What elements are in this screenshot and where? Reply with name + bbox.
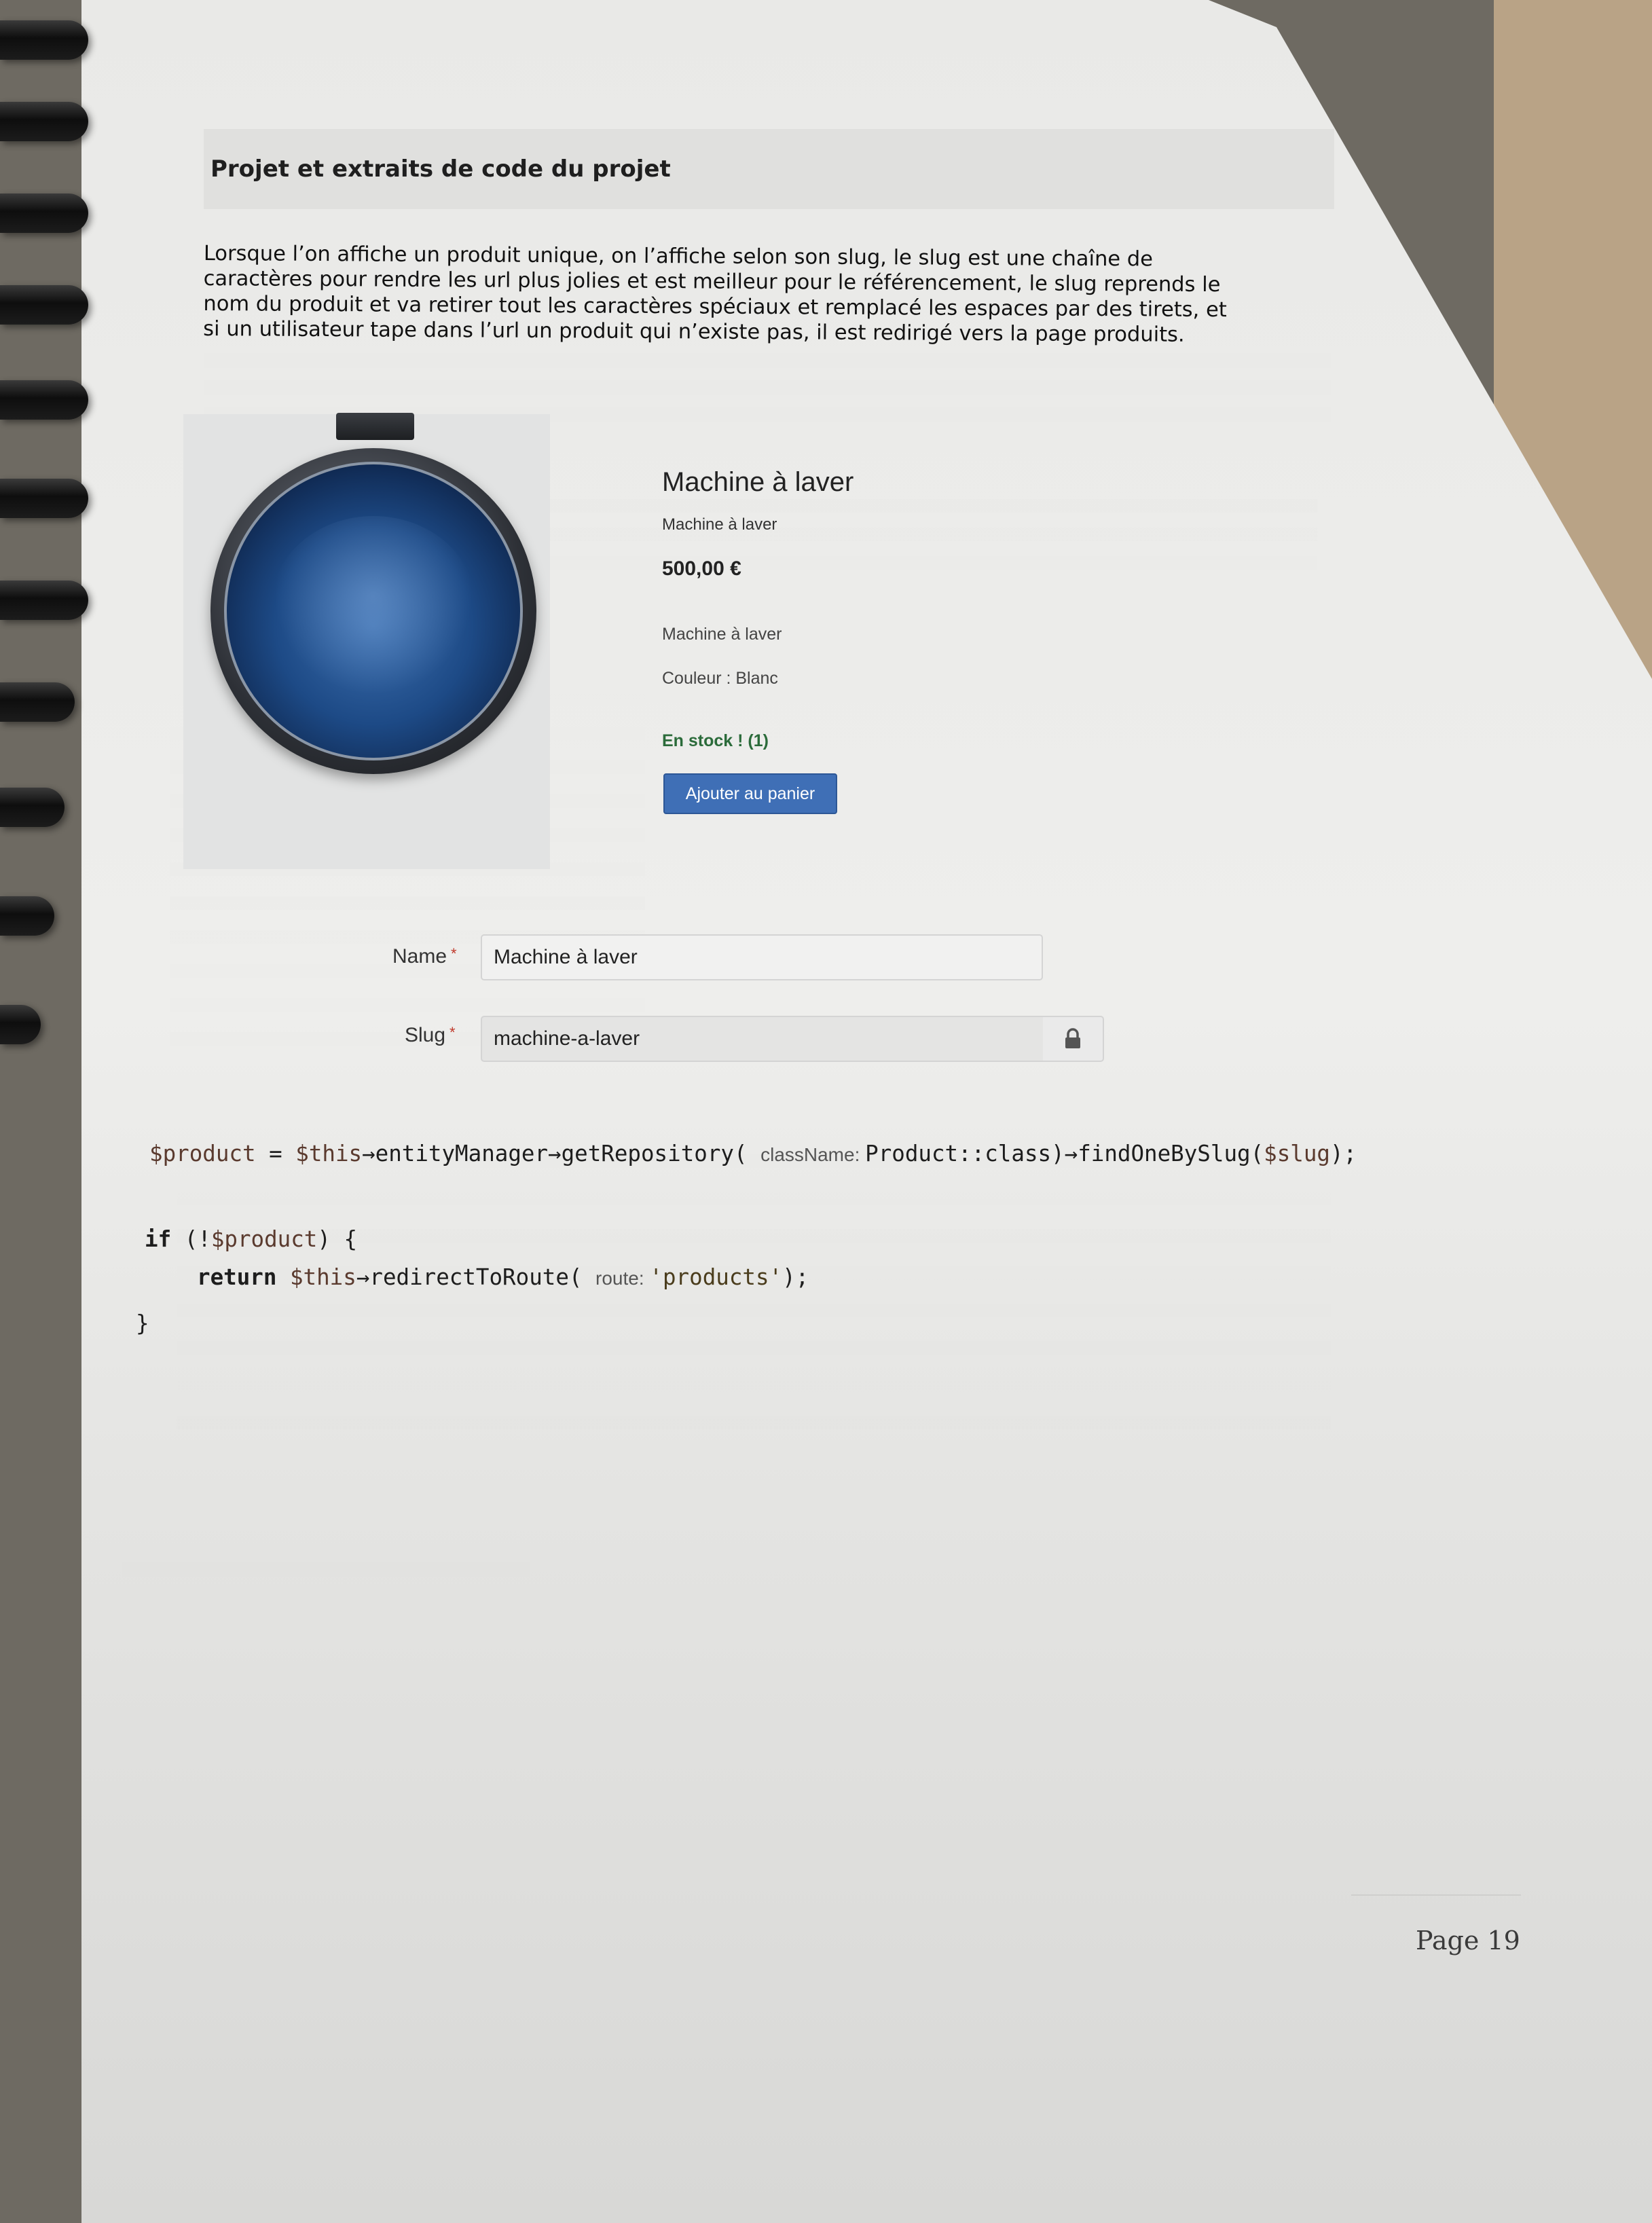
- bleed-through-texture: [122, 1562, 530, 1577]
- code-line: return $this→redirectToRoute( route: 'pr…: [197, 1264, 809, 1290]
- code-keyword: if: [145, 1226, 172, 1252]
- code-token: $product: [149, 1141, 256, 1166]
- slug-lock-toggle[interactable]: [1043, 1016, 1104, 1062]
- binding-ring: [0, 581, 88, 620]
- code-token: $slug: [1264, 1141, 1330, 1166]
- binding-ring: [0, 1005, 41, 1044]
- name-input-value: Machine à laver: [494, 946, 638, 968]
- footer-divider: [1351, 1894, 1521, 1896]
- code-token: (!: [171, 1226, 211, 1252]
- intro-paragraph: Lorsque l’on affiche un produit unique, …: [203, 241, 1331, 348]
- binding-ring: [0, 20, 88, 60]
- lock-icon: [1065, 1028, 1080, 1048]
- code-line: }: [136, 1310, 149, 1336]
- washer-control-panel: [336, 413, 414, 440]
- code-string: 'products': [649, 1264, 783, 1290]
- code-line: $product = $this→entityManager→getReposi…: [149, 1141, 1357, 1166]
- binding-ring: [0, 285, 88, 325]
- bleed-through-texture: [177, 1154, 1331, 1439]
- binding-ring: [0, 788, 65, 827]
- binding-ring: [0, 896, 54, 936]
- binding-ring: [0, 102, 88, 141]
- code-token: =: [255, 1141, 296, 1166]
- stock-status: En stock ! (1): [662, 731, 769, 750]
- required-mark: *: [449, 1024, 456, 1041]
- code-token: );: [782, 1264, 809, 1290]
- add-to-cart-button[interactable]: Ajouter au panier: [663, 773, 837, 814]
- slug-input[interactable]: machine-a-laver: [481, 1016, 1044, 1062]
- name-input[interactable]: Machine à laver: [481, 934, 1043, 980]
- name-label-text: Name: [392, 945, 447, 968]
- code-token: →redirectToRoute(: [356, 1264, 596, 1290]
- param-hint: route:: [595, 1268, 650, 1289]
- code-token: $this: [289, 1264, 356, 1290]
- binding-ring: [0, 479, 88, 518]
- section-header: Projet et extraits de code du projet: [204, 129, 1334, 209]
- code-line: if (!$product) {: [145, 1226, 357, 1252]
- washer-drum-highlight: [272, 516, 475, 693]
- product-subtitle: Machine à laver: [662, 515, 777, 534]
- slug-label-text: Slug: [405, 1024, 446, 1046]
- product-description: Machine à laver: [662, 625, 782, 644]
- code-token: $product: [210, 1226, 318, 1252]
- code-token: Product::class)→findOneBySlug(: [865, 1141, 1264, 1166]
- product-price: 500,00 €: [662, 557, 741, 580]
- code-token: $this: [295, 1141, 363, 1166]
- code-keyword: return: [197, 1264, 277, 1290]
- required-mark: *: [451, 945, 457, 962]
- binding-ring: [0, 194, 88, 233]
- page-number: Page 19: [1416, 1926, 1520, 1955]
- name-label: Name *: [392, 945, 457, 968]
- spiral-binding: [0, 0, 102, 2223]
- code-token: }: [136, 1310, 149, 1336]
- slug-label: Slug *: [405, 1024, 456, 1047]
- binding-ring: [0, 682, 75, 722]
- slug-input-value: machine-a-laver: [494, 1027, 640, 1050]
- product-color: Couleur : Blanc: [662, 669, 778, 688]
- param-hint: className:: [760, 1144, 866, 1165]
- code-token: );: [1329, 1141, 1357, 1166]
- section-title: Projet et extraits de code du projet: [210, 155, 671, 183]
- bleed-through-texture: [516, 499, 1317, 574]
- product-title: Machine à laver: [662, 467, 854, 497]
- code-token: →entityManager→getRepository(: [362, 1141, 761, 1166]
- binding-ring: [0, 380, 88, 420]
- code-token: ) {: [317, 1226, 358, 1252]
